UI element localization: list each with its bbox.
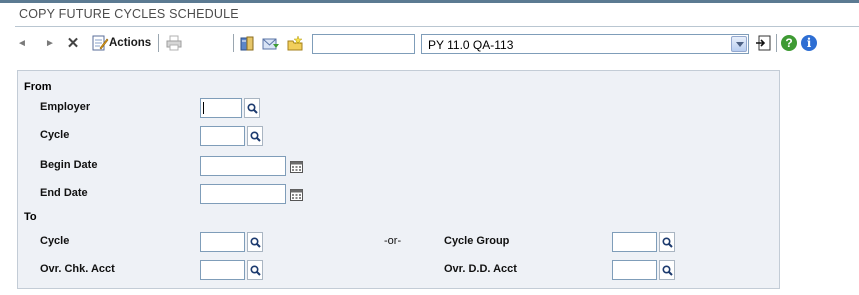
begin-date-label: Begin Date (40, 159, 98, 171)
end-date-label: End Date (40, 187, 88, 199)
actions-label: Actions (109, 37, 152, 49)
ovr-dd-acct-lookup-icon[interactable] (659, 260, 675, 280)
toolbar-separator (776, 34, 777, 52)
info-icon[interactable]: i (801, 35, 817, 51)
close-icon[interactable]: ✕ (66, 32, 80, 54)
from-cycle-label: Cycle (40, 129, 70, 141)
app-window: COPY FUTURE CYCLES SCHEDULE ◄ ► ✕ Action… (0, 0, 859, 295)
print-icon[interactable] (165, 32, 183, 54)
books-icon[interactable] (238, 32, 256, 54)
actions-notepad-icon (92, 35, 109, 51)
ovr-chk-acct-label: Ovr. Chk. Acct (40, 263, 115, 275)
to-cycle-lookup-icon[interactable] (247, 232, 263, 252)
from-cycle-input[interactable] (200, 126, 245, 146)
to-section-heading: To (24, 211, 37, 223)
form-title: COPY FUTURE CYCLES SCHEDULE (19, 7, 239, 21)
ovr-dd-acct-input[interactable] (612, 260, 657, 280)
employer-input[interactable] (200, 98, 242, 118)
mail-attachment-icon[interactable] (262, 32, 280, 54)
environment-value: PY 11.0 QA-113 (428, 38, 514, 52)
to-cycle-input[interactable] (200, 232, 245, 252)
next-arrow-icon[interactable]: ► (44, 32, 56, 54)
ovr-chk-acct-lookup-icon[interactable] (247, 260, 263, 280)
ovr-dd-acct-label: Ovr. D.D. Acct (444, 263, 517, 275)
from-section-heading: From (24, 81, 52, 93)
form-panel: From Employer Cycle Begin Date End Date … (17, 70, 780, 289)
end-date-calendar-icon[interactable] (288, 184, 304, 204)
begin-date-input[interactable] (200, 156, 286, 176)
chevron-down-icon[interactable] (731, 36, 747, 52)
cycle-group-label: Cycle Group (444, 235, 510, 247)
previous-arrow-icon[interactable]: ◄ (16, 32, 28, 54)
begin-date-calendar-icon[interactable] (288, 156, 304, 176)
toolbar-separator (158, 34, 159, 52)
toolbar: ◄ ► ✕ Actions PY 11.0 QA-113 ? i (0, 28, 859, 58)
toolbar-search-input[interactable] (312, 34, 415, 54)
new-folder-icon[interactable] (287, 32, 305, 54)
environment-select[interactable]: PY 11.0 QA-113 (421, 34, 749, 54)
toolbar-separator (233, 34, 234, 52)
actions-button[interactable]: Actions (91, 32, 165, 54)
ovr-chk-acct-input[interactable] (200, 260, 245, 280)
cycle-group-lookup-icon[interactable] (659, 232, 675, 252)
from-cycle-lookup-icon[interactable] (247, 126, 263, 146)
end-date-input[interactable] (200, 184, 286, 204)
or-separator-text: -or- (384, 235, 402, 247)
title-divider (15, 26, 859, 27)
title-bar: COPY FUTURE CYCLES SCHEDULE (0, 0, 859, 27)
exit-icon[interactable] (754, 32, 772, 54)
employer-label: Employer (40, 101, 91, 113)
help-icon[interactable]: ? (781, 35, 797, 51)
to-cycle-label: Cycle (40, 235, 70, 247)
employer-lookup-icon[interactable] (244, 98, 260, 118)
cycle-group-input[interactable] (612, 232, 657, 252)
